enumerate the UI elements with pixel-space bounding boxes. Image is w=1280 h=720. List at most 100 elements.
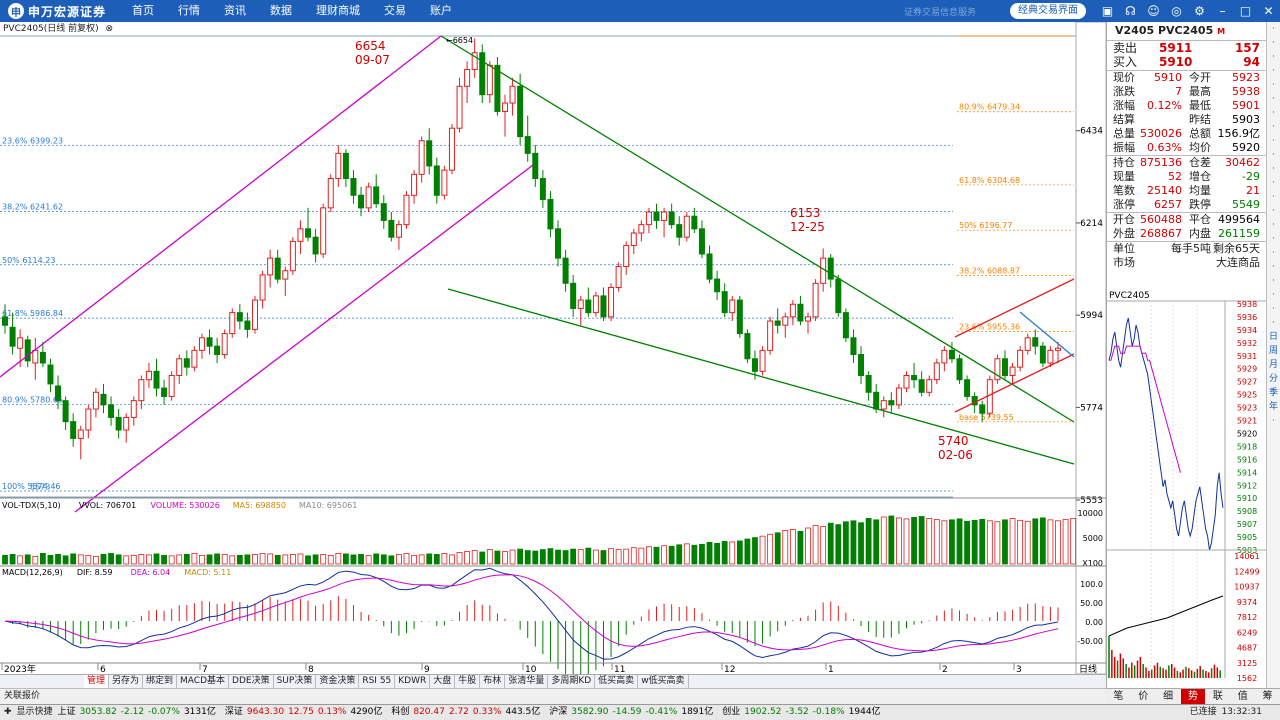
strip-tool-icon[interactable]: ·	[1267, 64, 1280, 78]
broker-name: 申万宏源证券	[28, 4, 107, 19]
strip-tool-icon[interactable]: 月	[1267, 358, 1280, 372]
strip-tool-icon[interactable]	[1267, 428, 1280, 442]
axis-background	[1075, 22, 1106, 674]
volume-bar	[805, 527, 811, 565]
quote-row: 外盘 268867 内盘 261159	[1113, 227, 1260, 240]
strip-tool-icon[interactable]: ·	[1267, 50, 1280, 64]
side-tab[interactable]: 细	[1156, 689, 1181, 704]
indicator-tab[interactable]: 布林	[480, 675, 506, 688]
candle-body	[9, 326, 16, 347]
strip-tool-icon[interactable]: ·	[1267, 316, 1280, 330]
maximize-icon[interactable]: □	[1234, 4, 1257, 18]
close-icon[interactable]: ✕	[1257, 4, 1280, 18]
user-icon[interactable]: ☺	[1142, 4, 1165, 18]
index-quote[interactable]: 科创 820.47 2.72 0.33% 443.5亿	[391, 705, 544, 720]
indicator-tab[interactable]: 管理	[84, 675, 110, 688]
strip-tool-icon[interactable]: ·	[1267, 78, 1280, 92]
indicator-tab[interactable]: KDWR	[395, 675, 431, 688]
volume-bar	[820, 526, 827, 565]
strip-tool-icon[interactable]: ·	[1267, 106, 1280, 120]
classic-trade-button[interactable]: 经典交易界面	[1010, 3, 1086, 19]
indicator-tab[interactable]: 张清华量	[505, 675, 549, 688]
strip-tool-icon[interactable]: ·	[1267, 302, 1280, 316]
nav-wealth-mall[interactable]: 理财商城	[304, 0, 372, 22]
index-quote[interactable]: 沪深 3582.90 -14.59 -0.41% 1891亿	[549, 705, 717, 720]
candle-body	[244, 320, 251, 330]
strip-tool-icon[interactable]: ·	[1267, 92, 1280, 106]
indicator-tab[interactable]: DDE决策	[229, 675, 274, 688]
strip-tool-icon[interactable]: ·	[1267, 162, 1280, 176]
indicator-tab[interactable]: 低买高卖	[595, 675, 639, 688]
side-tab[interactable]: 值	[1230, 689, 1255, 704]
indicator-tab[interactable]: SUP决策	[274, 675, 317, 688]
volume-bar	[365, 554, 372, 565]
indicator-tab[interactable]: 牛股	[455, 675, 481, 688]
strip-tool-icon[interactable]: ·	[1267, 260, 1280, 274]
strip-tool-icon[interactable]: ·	[1267, 204, 1280, 218]
strip-tool-icon[interactable]: ·	[1267, 22, 1280, 36]
candle-body	[623, 245, 630, 268]
indicator-tab[interactable]: MACD基本	[177, 675, 230, 688]
quote-row: 笔数 25140 均量 21	[1113, 184, 1260, 197]
strip-tool-icon[interactable]: ·	[1267, 148, 1280, 162]
indicator-tab[interactable]: 资金决策	[316, 675, 360, 688]
volume-bar	[115, 554, 122, 565]
nav-news[interactable]: 资讯	[212, 0, 258, 22]
related-quote-bar[interactable]: 关联报价	[0, 688, 1106, 704]
nav-home[interactable]: 首页	[120, 0, 166, 22]
indicator-tab[interactable]: 多周期KD	[548, 675, 596, 688]
indicator-tab[interactable]: 大盘	[430, 675, 456, 688]
index-quote[interactable]: 创业 1902.52 -3.52 -0.18% 1944亿	[722, 705, 884, 720]
strip-tool-icon[interactable]: ·	[1267, 218, 1280, 232]
strip-tool-icon[interactable]: ·	[1267, 274, 1280, 288]
side-tab[interactable]: 价	[1131, 689, 1156, 704]
indicator-tab[interactable]: 绑定到	[143, 675, 178, 688]
strip-tool-icon[interactable]: ·	[1267, 414, 1280, 428]
nav-trade[interactable]: 交易	[372, 0, 418, 22]
nav-data[interactable]: 数据	[258, 0, 304, 22]
shortcut-label[interactable]: 显示快捷	[17, 705, 53, 720]
candle-body	[77, 429, 84, 439]
strip-tool-icon[interactable]: 日	[1267, 330, 1280, 344]
headset-icon[interactable]: ☊	[1119, 4, 1142, 18]
strip-tool-icon[interactable]: ·	[1267, 232, 1280, 246]
strip-tool-icon[interactable]: 周	[1267, 344, 1280, 358]
side-tab[interactable]: 筹	[1255, 689, 1280, 704]
main-chart-area[interactable]: 23.6% 6399.23 38.2% 6241.62 50% 6114.23 61.…	[0, 22, 1106, 674]
index-quote[interactable]: 深证 9643.30 12.75 0.13% 4290亿	[225, 705, 387, 720]
settings-icon[interactable]: ⚙	[1188, 4, 1211, 18]
broker-logo[interactable]: 申 申万宏源证券	[8, 2, 106, 20]
volume-bar	[274, 554, 281, 565]
intraday-chart[interactable]: PVC2405 5938 5936 5934 5932 5931 5929 5927 5925 5…	[1107, 288, 1266, 684]
strip-tool-icon[interactable]: ·	[1267, 288, 1280, 302]
strip-tool-icon[interactable]: 年	[1267, 400, 1280, 414]
side-tab[interactable]: 势	[1180, 689, 1206, 704]
volume-bar	[517, 548, 524, 565]
indicator-tab[interactable]: RSI 55	[359, 675, 396, 688]
buy-row: 买入 5910 94	[1113, 55, 1260, 69]
intraday-tick-label: 5908	[1237, 507, 1257, 516]
indicator-tab[interactable]: w低买高卖	[638, 675, 689, 688]
index-quote[interactable]: 上证 3053.82 -2.12 -0.07% 3131亿	[58, 705, 220, 720]
strip-tool-icon[interactable]: ·	[1267, 36, 1280, 50]
plus-icon[interactable]: ✚	[4, 705, 12, 720]
nav-quotes[interactable]: 行情	[166, 0, 212, 22]
strip-tool-icon[interactable]: 季	[1267, 386, 1280, 400]
indicator-tab[interactable]: 另存为	[109, 675, 144, 688]
strip-tool-icon[interactable]: 分	[1267, 372, 1280, 386]
skin-icon[interactable]: ◎	[1165, 4, 1188, 18]
side-tab[interactable]: 联	[1205, 689, 1230, 704]
volume-legend: VVOL: 706701	[79, 501, 136, 510]
strip-tool-icon[interactable]: ·	[1267, 176, 1280, 190]
candle-body	[608, 286, 615, 318]
minimize-icon[interactable]: –	[1211, 4, 1234, 18]
candle-body	[441, 169, 448, 196]
volume-bar	[873, 519, 880, 565]
strip-tool-icon[interactable]: ·	[1267, 120, 1280, 134]
strip-tool-icon[interactable]: ·	[1267, 134, 1280, 148]
nav-account[interactable]: 账户	[418, 0, 464, 22]
side-tab[interactable]: 笔	[1106, 689, 1131, 704]
strip-tool-icon[interactable]: ·	[1267, 246, 1280, 260]
strip-tool-icon[interactable]: ·	[1267, 190, 1280, 204]
message-icon[interactable]: ▣	[1096, 4, 1119, 18]
